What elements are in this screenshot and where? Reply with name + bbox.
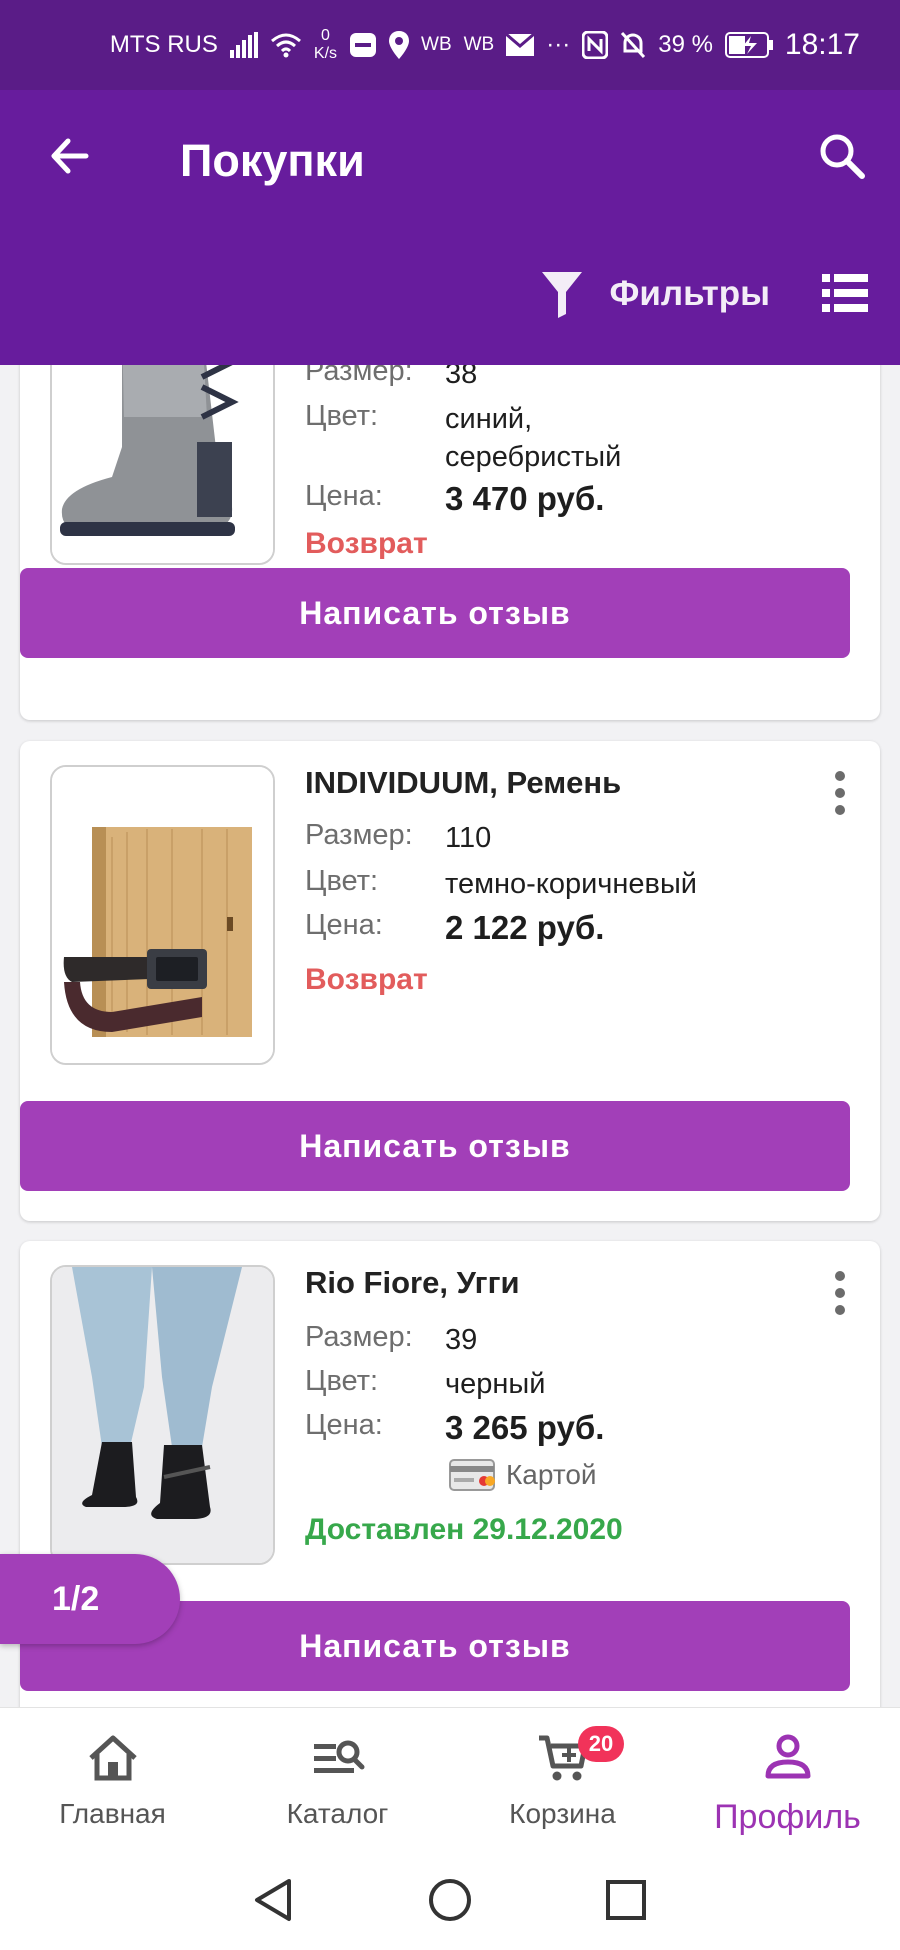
wb-notification-1: WB [421, 34, 452, 55]
list-view-icon[interactable] [822, 272, 868, 314]
nav-home-label: Главная [59, 1798, 166, 1829]
nav-profile[interactable]: Профиль [675, 1708, 900, 1851]
color-value: черный [445, 1368, 546, 1400]
price-row: Цена: 3 470 руб. [305, 480, 785, 518]
payment-label: Картой [506, 1459, 597, 1490]
net-speed-value: 0 [321, 27, 330, 44]
nav-profile-label: Профиль [714, 1798, 861, 1836]
system-back-icon[interactable] [251, 1877, 297, 1923]
status-returned: Возврат [305, 527, 428, 560]
product-name[interactable]: INDIVIDUUM, Ремень [305, 765, 621, 801]
color-row: Цвет: темно-коричневый [305, 865, 785, 903]
bank-card-icon [449, 1459, 495, 1491]
write-review-button[interactable]: Написать отзыв [20, 1101, 850, 1191]
system-recents-icon[interactable] [603, 1877, 649, 1923]
payment-method: Картой [448, 1456, 597, 1494]
color-label: Цвет: [305, 400, 379, 432]
purchase-card: Размер: 38 Цвет: синий, серебристый Цена… [20, 365, 880, 720]
product-image-ugg-boots[interactable] [50, 1265, 275, 1565]
size-label: Размер: [305, 365, 413, 387]
nav-cart[interactable]: Корзина 20 [450, 1708, 675, 1851]
system-navigation-bar [0, 1850, 900, 1950]
status-returned: Возврат [305, 963, 428, 996]
purchases-list[interactable]: Размер: 38 Цвет: синий, серебристый Цена… [0, 365, 900, 1707]
nav-home[interactable]: Главная [0, 1708, 225, 1851]
back-arrow-icon[interactable] [42, 128, 98, 184]
nfc-icon [582, 31, 609, 59]
filter-funnel-icon [541, 272, 582, 318]
more-options-icon[interactable] [820, 1265, 860, 1321]
net-speed: 0 K/s [314, 27, 337, 63]
color-value: синий, серебристый [445, 403, 622, 473]
cart-count-badge: 20 [578, 1726, 624, 1762]
size-row: Размер: 110 [305, 819, 785, 857]
net-speed-unit: K/s [313, 45, 338, 62]
nav-cart-label: Корзина [509, 1798, 616, 1829]
search-icon[interactable] [814, 128, 870, 184]
signal-icon [229, 32, 258, 58]
nav-catalog[interactable]: Каталог [225, 1708, 450, 1851]
size-label: Размер: [305, 819, 413, 851]
mute-bell-icon [621, 31, 646, 59]
color-row: Цвет: черный [305, 1365, 785, 1403]
price-value: 3 470 руб. [445, 480, 605, 517]
more-options-icon[interactable] [820, 765, 860, 821]
more-notifications-icon: ··· [546, 31, 571, 58]
price-row: Цена: 2 122 руб. [305, 909, 785, 947]
filters-button[interactable]: Фильтры [540, 270, 770, 318]
page-indicator[interactable]: 1/2 [0, 1554, 180, 1644]
battery-percent: 39 % [658, 31, 713, 58]
price-label: Цена: [305, 1409, 383, 1441]
price-row: Цена: 3 265 руб. [305, 1409, 785, 1447]
price-value: 3 265 руб. [445, 1409, 605, 1446]
system-home-icon[interactable] [427, 1877, 473, 1923]
product-name[interactable]: Rio Fiore, Угги [305, 1265, 520, 1301]
bottom-navigation: Главная Каталог Корзина 20 Профиль [0, 1707, 900, 1850]
location-icon [389, 31, 410, 59]
status-bar: MTS RUS 0 K/s WB WB ··· 39 % 18:17 [0, 0, 900, 90]
size-row: Размер: 39 [305, 1321, 785, 1359]
color-value: темно-коричневый [445, 868, 697, 900]
wb-notification-2: WB [463, 34, 495, 55]
carrier-label: MTS RUS [109, 31, 218, 58]
color-row: Цвет: синий, серебристый [305, 400, 675, 476]
price-label: Цена: [305, 909, 383, 941]
price-label: Цена: [305, 480, 383, 512]
price-value: 2 122 руб. [445, 909, 605, 946]
color-label: Цвет: [305, 865, 379, 897]
status-delivered: Доставлен 29.12.2020 [305, 1513, 623, 1546]
size-row: Размер: 38 [305, 365, 785, 393]
profile-icon [765, 1734, 810, 1779]
write-review-button[interactable]: Написать отзыв [20, 568, 850, 658]
purchase-card: INDIVIDUUM, Ремень Размер: 110 Цвет: тем… [20, 741, 880, 1221]
product-image-belt[interactable] [50, 765, 275, 1065]
wifi-icon [270, 33, 301, 58]
huawei-app-icon [350, 33, 377, 57]
nav-catalog-label: Каталог [286, 1798, 389, 1829]
catalog-search-icon [313, 1740, 364, 1773]
product-image-silver-boot[interactable] [50, 365, 275, 565]
filters-label: Фильтры [609, 274, 770, 313]
color-label: Цвет: [305, 1365, 379, 1397]
app-bar: Покупки Фильтры [0, 90, 900, 365]
size-value: 38 [445, 365, 478, 390]
size-label: Размер: [305, 1321, 413, 1353]
size-value: 39 [445, 1324, 478, 1356]
mail-icon [506, 34, 535, 56]
page-title: Покупки [180, 135, 365, 186]
size-value: 110 [445, 822, 492, 854]
home-icon [88, 1735, 137, 1781]
battery-charging-icon [724, 32, 773, 58]
clock: 18:17 [784, 28, 860, 61]
